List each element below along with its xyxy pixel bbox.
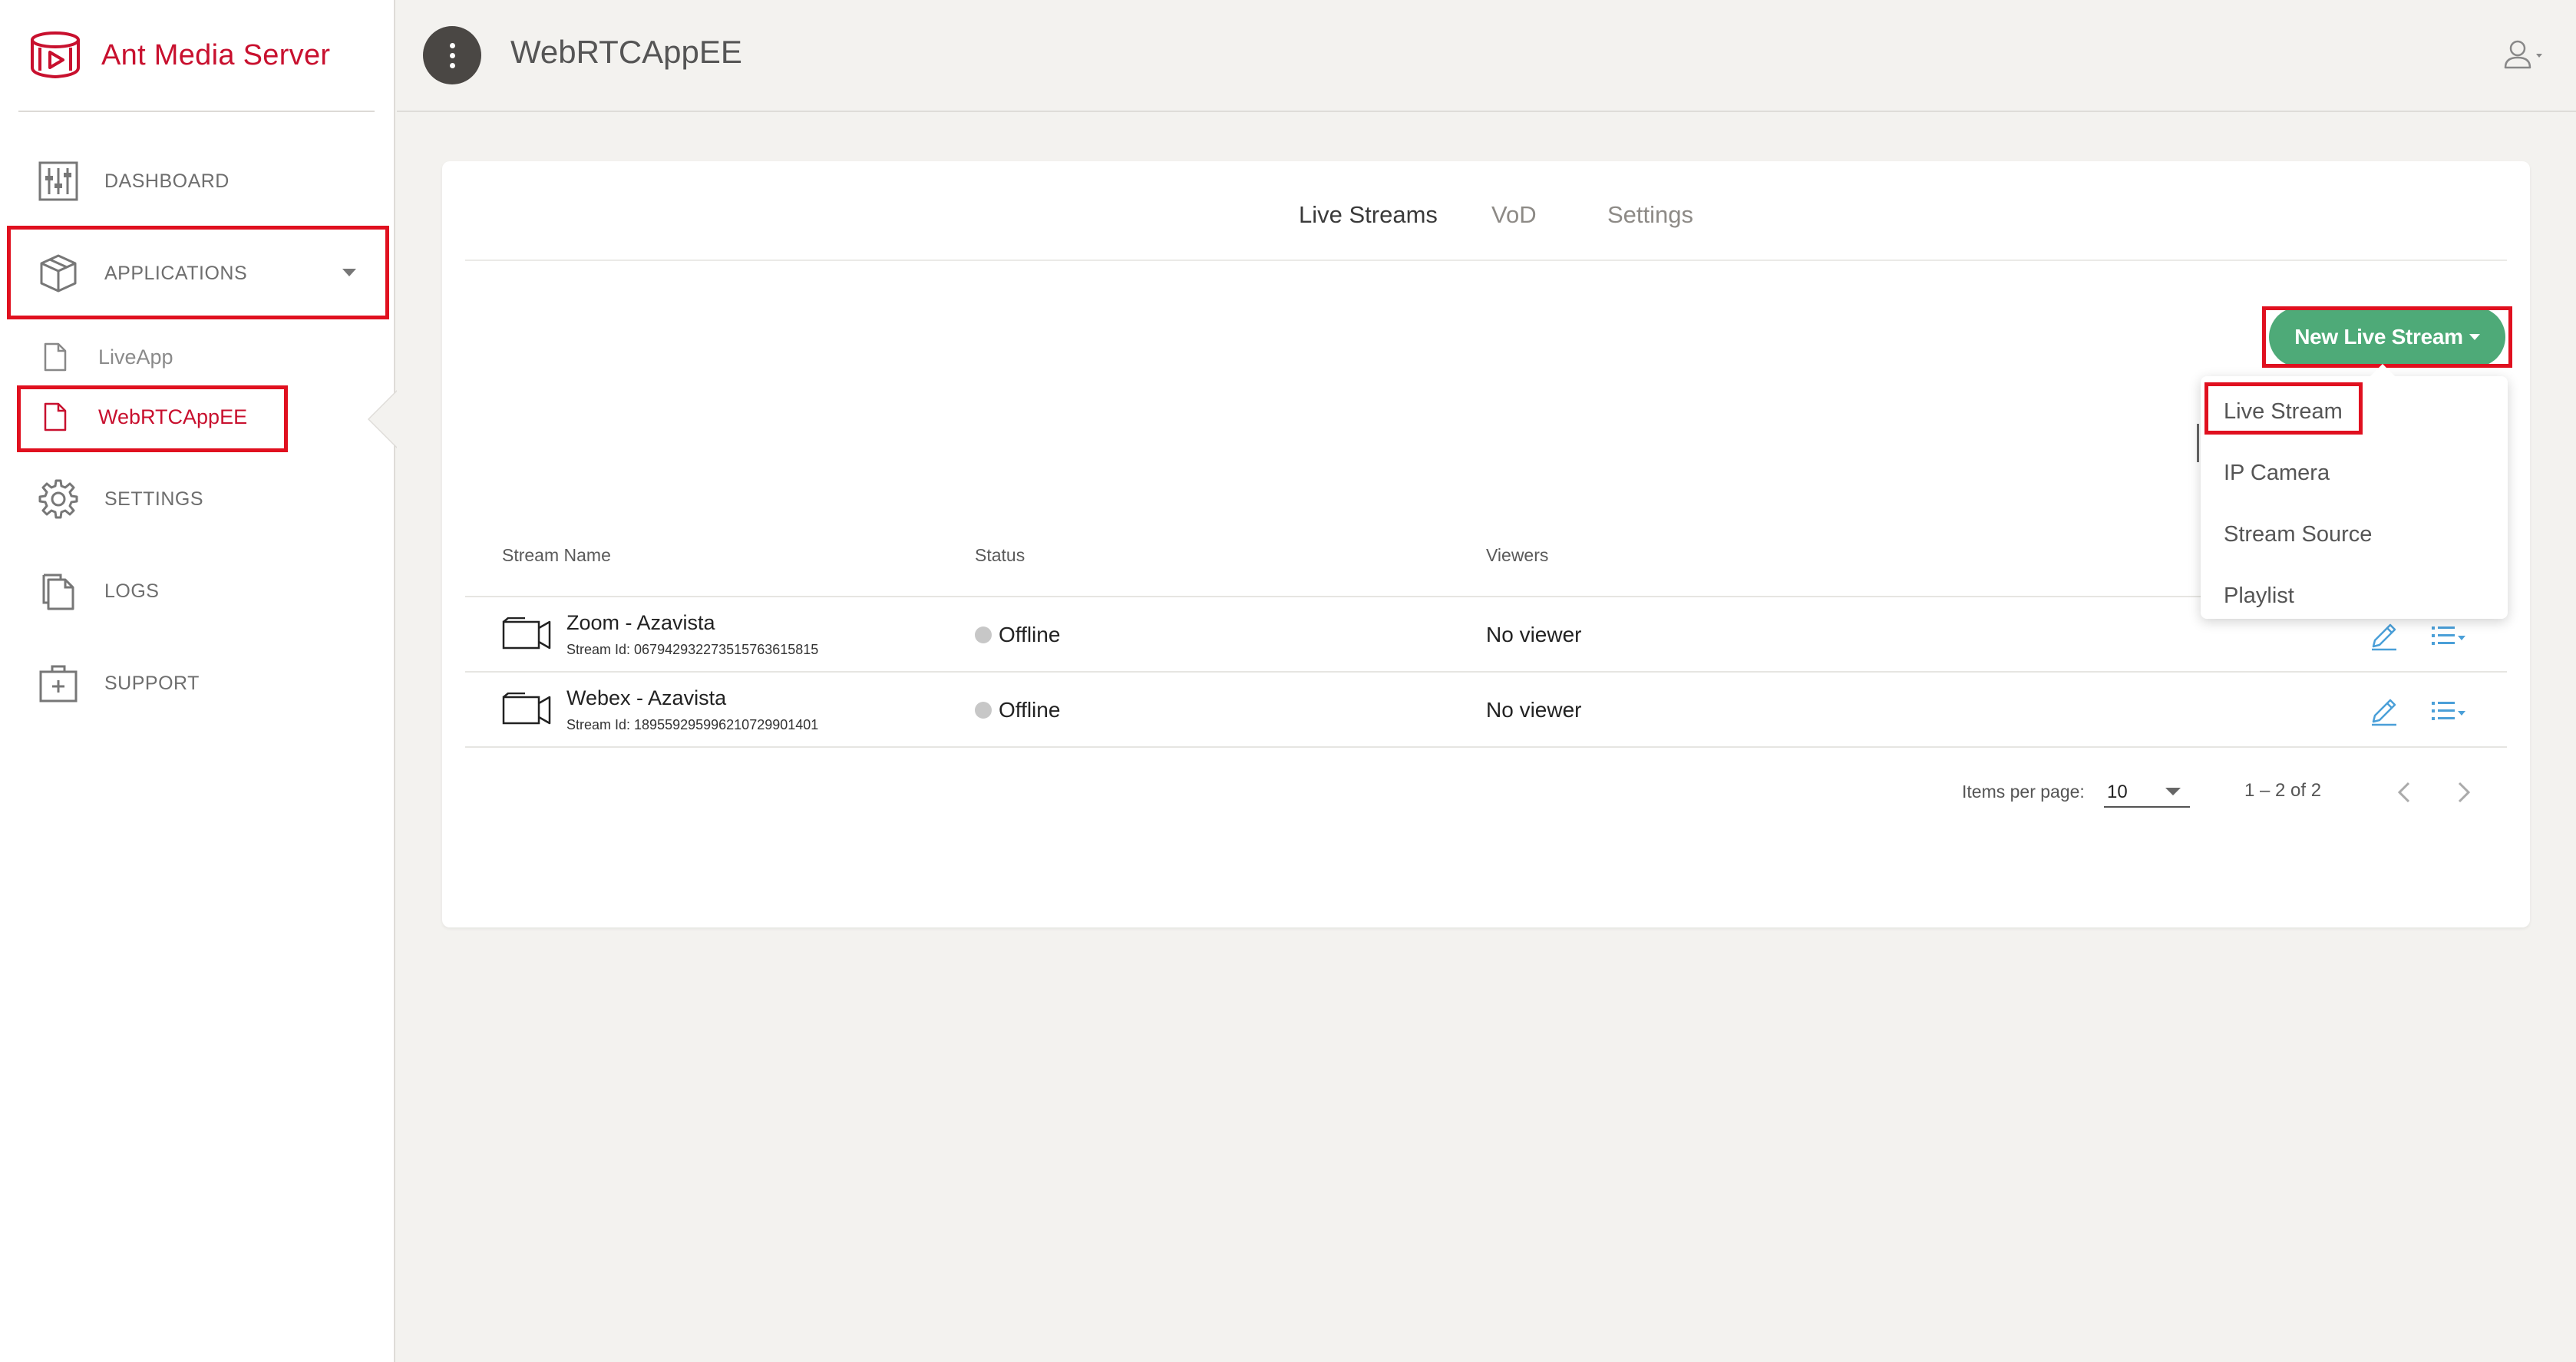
- chevron-down-icon: [2469, 334, 2480, 340]
- page-title: WebRTCAppEE: [510, 34, 742, 70]
- sidebar-item-logs[interactable]: LOGS: [0, 553, 395, 630]
- video-camera-icon: [502, 693, 551, 725]
- sidebar-item-label: LOGS: [104, 580, 160, 602]
- items-per-page-select[interactable]: 10: [2104, 775, 2190, 808]
- chevron-down-icon: [342, 269, 356, 276]
- dot: [449, 62, 455, 68]
- sidebar-item-label: WebRTCAppEE: [98, 405, 248, 428]
- more-menu-button[interactable]: [423, 26, 481, 84]
- stream-id: Stream Id: 189559295996210729901401: [566, 717, 819, 732]
- sidebar-item-applications[interactable]: APPLICATIONS: [0, 235, 395, 312]
- status-dot: [975, 626, 992, 643]
- sidebar-item-webrtcappee[interactable]: WebRTCAppEE: [0, 390, 395, 444]
- menu-item-stream-source[interactable]: Stream Source: [2224, 522, 2372, 547]
- column-header-status[interactable]: Status: [975, 545, 1025, 566]
- viewers-text: No viewer: [1486, 623, 1582, 646]
- status-text: Offline: [999, 623, 1061, 646]
- stream-name: Zoom - Azavista: [566, 611, 715, 634]
- tab-bar: Live Streams VoD Settings: [465, 161, 2507, 261]
- medical-kit-icon: [37, 662, 80, 705]
- new-live-stream-label: New Live Stream: [2294, 325, 2463, 349]
- user-menu-button[interactable]: [2502, 38, 2548, 72]
- active-pointer: [369, 392, 397, 447]
- sidebar-item-label: LiveApp: [98, 345, 173, 369]
- new-live-stream-button[interactable]: New Live Stream: [2269, 307, 2505, 367]
- column-header-stream-name[interactable]: Stream Name: [502, 545, 611, 566]
- new-stream-menu: Live Stream IP Camera Stream Source Play…: [2201, 376, 2508, 619]
- sidebar-item-label: SETTINGS: [104, 488, 204, 510]
- edit-pencil-icon[interactable]: [2367, 694, 2401, 728]
- file-icon: [43, 402, 68, 432]
- menu-item-ip-camera[interactable]: IP Camera: [2224, 461, 2330, 486]
- brand-name: Ant Media Server: [101, 38, 331, 71]
- files-icon: [37, 570, 80, 613]
- top-header: WebRTCAppEE: [397, 0, 2576, 112]
- stream-id: Stream Id: 067942932273515763615815: [566, 642, 819, 657]
- tab-vod[interactable]: VoD: [1491, 201, 1537, 229]
- tab-settings[interactable]: Settings: [1607, 201, 1693, 229]
- brand-divider: [18, 111, 375, 112]
- streams-card: Live Streams VoD Settings New Live Strea…: [442, 161, 2530, 927]
- sidebar-item-settings[interactable]: SETTINGS: [0, 461, 395, 537]
- sidebar-item-label: DASHBOARD: [104, 170, 230, 192]
- file-icon: [43, 342, 68, 372]
- text-cursor: [2197, 424, 2199, 462]
- video-camera-icon: [502, 617, 551, 650]
- sidebar-item-label: SUPPORT: [104, 672, 200, 694]
- gear-icon: [37, 478, 80, 521]
- menu-item-playlist[interactable]: Playlist: [2224, 583, 2294, 609]
- edit-pencil-icon[interactable]: [2367, 619, 2401, 653]
- stream-name: Webex - Azavista: [566, 686, 727, 709]
- menu-item-live-stream[interactable]: Live Stream: [2224, 399, 2343, 425]
- list-menu-icon[interactable]: [2430, 697, 2470, 728]
- dot: [449, 52, 455, 58]
- ant-media-logo-icon: [31, 31, 80, 79]
- dropdown-arrow: [2370, 364, 2395, 376]
- row-divider: [465, 671, 2507, 673]
- items-per-page-value: 10: [2107, 782, 2128, 802]
- status-text: Offline: [999, 698, 1061, 722]
- sliders-icon: [37, 160, 80, 203]
- user-icon: [2504, 40, 2542, 69]
- dot: [449, 42, 455, 48]
- box-icon: [37, 252, 80, 295]
- row-divider: [465, 746, 2507, 748]
- items-per-page-label: Items per page:: [1962, 782, 2085, 802]
- chevron-down-icon: [2165, 788, 2181, 795]
- sidebar: Ant Media Server DASHBOARD APPLICATIONS …: [0, 0, 395, 1362]
- brand[interactable]: Ant Media Server: [28, 25, 330, 86]
- list-menu-icon[interactable]: [2430, 622, 2470, 653]
- sidebar-item-support[interactable]: SUPPORT: [0, 645, 395, 722]
- sidebar-item-label: APPLICATIONS: [104, 262, 248, 284]
- tab-live-streams[interactable]: Live Streams: [1299, 201, 1438, 229]
- column-header-viewers[interactable]: Viewers: [1486, 545, 1548, 566]
- viewers-text: No viewer: [1486, 698, 1582, 722]
- sidebar-item-dashboard[interactable]: DASHBOARD: [0, 143, 395, 220]
- sidebar-item-liveapp[interactable]: LiveApp: [0, 330, 395, 384]
- next-page-icon[interactable]: [2449, 775, 2479, 809]
- previous-page-icon[interactable]: [2389, 775, 2419, 809]
- page-range: 1 – 2 of 2: [2244, 780, 2322, 801]
- status-dot: [975, 702, 992, 719]
